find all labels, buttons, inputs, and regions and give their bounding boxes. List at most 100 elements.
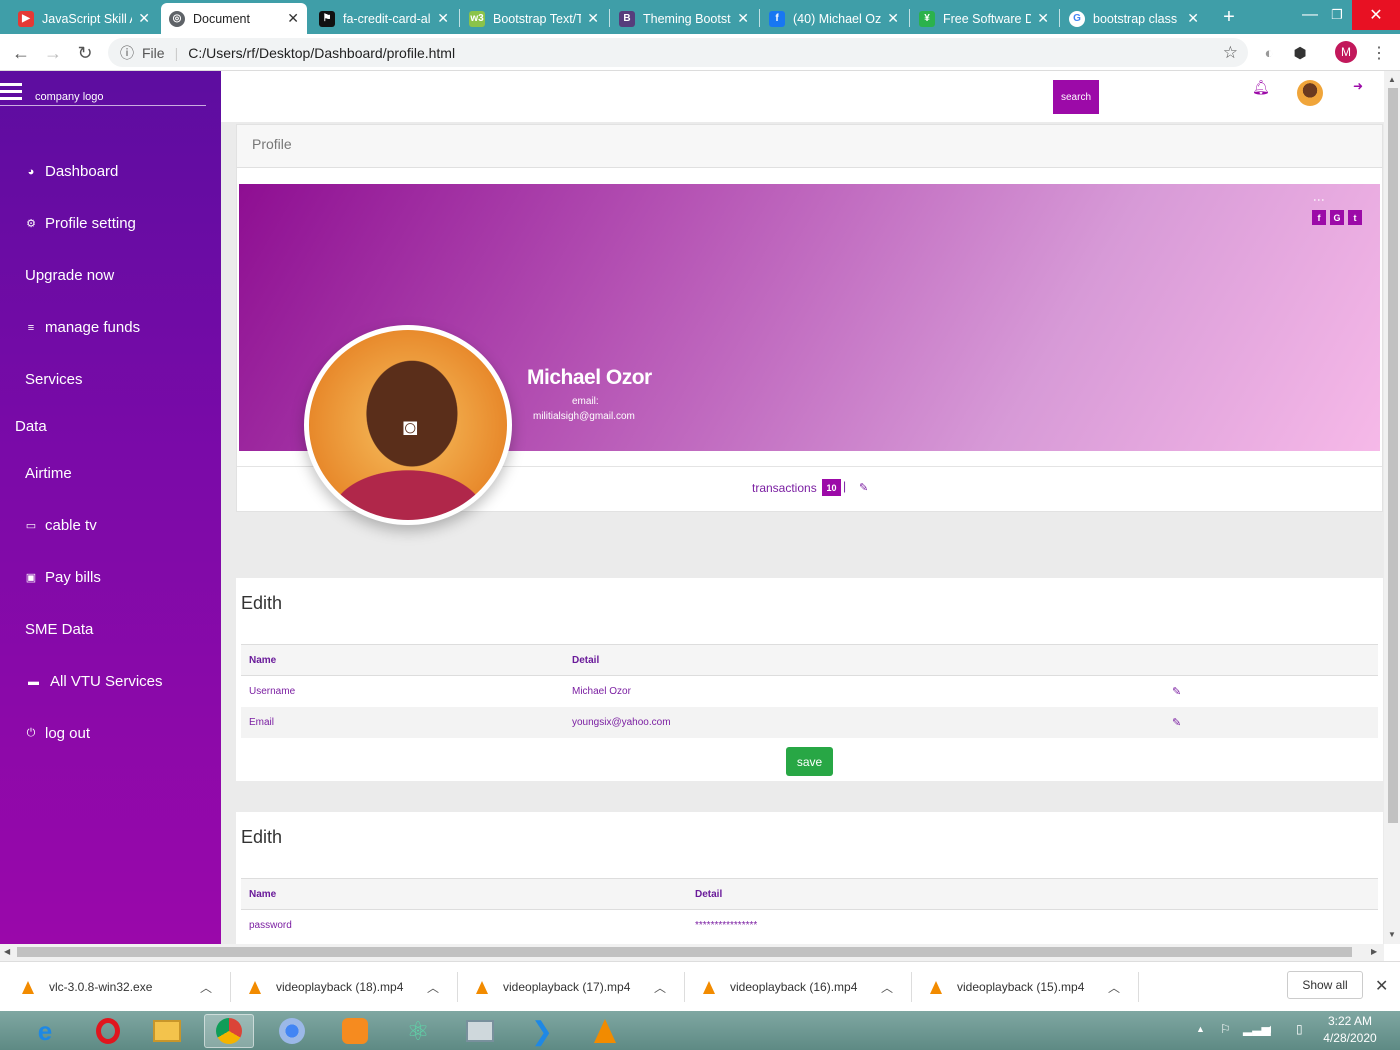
browser-tab[interactable]: ▶ JavaScript Skill A ✕ — [10, 3, 158, 34]
google-icon[interactable]: G — [1330, 210, 1344, 225]
card-icon: ▬ — [28, 675, 39, 688]
sidebar-item-services[interactable]: Services — [25, 371, 83, 388]
sidebar-item-sme-data[interactable]: SME Data — [25, 621, 93, 638]
chevron-up-icon[interactable]: ︿ — [427, 979, 439, 996]
close-window-icon[interactable]: ✕ — [1352, 0, 1400, 30]
facebook-icon[interactable]: f — [1312, 210, 1326, 225]
details-table: Name Detail Username Michael Ozor ✎ Emai… — [241, 644, 1378, 738]
vlc-taskbar-icon[interactable] — [580, 1014, 630, 1048]
profile-avatar-button[interactable]: M — [1335, 41, 1357, 63]
info-icon[interactable]: ⓘ — [120, 43, 134, 63]
chrome-icon[interactable] — [204, 1014, 254, 1048]
bookmark-star-icon[interactable]: ☆ — [1223, 43, 1238, 63]
close-tab-icon[interactable]: ✕ — [1187, 10, 1199, 27]
close-tab-icon[interactable]: ✕ — [138, 10, 150, 27]
sidebar-item-data[interactable]: Data — [15, 418, 47, 435]
edit-pencil-icon[interactable]: ✎ — [1172, 686, 1181, 698]
browser-tab[interactable]: f (40) Michael Oz ✕ — [761, 3, 907, 34]
transactions-link[interactable]: transactions — [752, 481, 817, 495]
reload-icon[interactable]: ↻ — [72, 40, 98, 66]
vertical-scrollbar[interactable]: ▲ ▼ — [1384, 71, 1400, 944]
browser-tab[interactable]: G bootstrap class ✕ — [1061, 3, 1207, 34]
internet-explorer-icon[interactable]: e — [20, 1014, 70, 1048]
sidebar-item-all-vtu-services[interactable]: ▬ All VTU Services — [25, 673, 163, 690]
back-icon[interactable]: ← — [8, 40, 34, 66]
twitter-icon[interactable]: t — [1348, 210, 1362, 225]
battery-icon[interactable]: ▯ — [1296, 1022, 1303, 1036]
windows-taskbar: e ⚛ ❯ ▲ ⚐ ▂▃▅ 🔈︎ ▯ 3:22 AM 4/28/2020 — [0, 1011, 1400, 1050]
vscode-icon[interactable]: ❯ — [517, 1014, 567, 1048]
action-center-icon[interactable]: ⚐ — [1220, 1022, 1231, 1036]
browser-tab[interactable]: ¥ Free Software D ✕ — [911, 3, 1057, 34]
browser-tab[interactable]: w3 Bootstrap Text/T ✕ — [461, 3, 607, 34]
search-button[interactable]: search — [1053, 80, 1099, 114]
close-tab-icon[interactable]: ✕ — [737, 10, 749, 27]
user-avatar[interactable] — [1297, 80, 1323, 106]
tab-favicon-icon: ¥ — [919, 10, 935, 27]
clock-date[interactable]: 4/28/2020 — [1318, 1031, 1382, 1045]
sidebar-item-manage-funds[interactable]: ≡ manage funds — [25, 319, 140, 336]
atom-icon[interactable]: ⚛ — [393, 1014, 443, 1048]
sidebar-item-cable-tv[interactable]: ▭ cable tv — [25, 517, 97, 534]
forward-icon[interactable]: → — [40, 40, 66, 66]
close-tab-icon[interactable]: ✕ — [287, 10, 299, 27]
extension-cube-icon[interactable]: ⬢ — [1287, 40, 1313, 66]
close-tab-icon[interactable]: ✕ — [887, 10, 899, 27]
close-downloads-icon[interactable]: ✕ — [1375, 976, 1388, 996]
scrollbar-thumb[interactable] — [1388, 88, 1398, 823]
opera-extension-icon[interactable]: ◐ — [1256, 40, 1282, 66]
bell-icon[interactable]: 🔔︎ — [1252, 79, 1270, 96]
chrome-canary-icon[interactable] — [267, 1014, 317, 1048]
horizontal-scrollbar[interactable]: ◀ ▶ — [0, 944, 1384, 961]
edit-pencil-icon[interactable]: ✎ — [859, 481, 868, 494]
close-tab-icon[interactable]: ✕ — [1037, 10, 1049, 27]
sidebar-item-dashboard[interactable]: ◕ Dashboard — [25, 163, 119, 180]
download-item[interactable]: videoplayback (15).mp4 ︿ — [930, 962, 1130, 1012]
sign-out-icon[interactable]: ➜ — [1353, 79, 1363, 93]
address-bar[interactable]: ⓘ File | C:/Users/rf/Desktop/Dashboard/p… — [108, 38, 1248, 67]
close-tab-icon[interactable]: ✕ — [437, 10, 449, 27]
task-manager-icon[interactable] — [455, 1014, 505, 1048]
camera-icon[interactable]: ◙ — [403, 416, 418, 440]
clock-time[interactable]: 3:22 AM — [1322, 1014, 1378, 1028]
chevron-up-icon[interactable]: ︿ — [1108, 979, 1120, 996]
download-item[interactable]: vlc-3.0.8-win32.exe ︿ — [22, 962, 222, 1012]
download-item[interactable]: videoplayback (17).mp4 ︿ — [476, 962, 676, 1012]
chevron-up-icon[interactable]: ︿ — [200, 979, 212, 996]
close-tab-icon[interactable]: ✕ — [587, 10, 599, 27]
tray-expand-icon[interactable]: ▲ — [1196, 1024, 1205, 1034]
browser-tab[interactable]: ⚑ fa-credit-card-al ✕ — [311, 3, 457, 34]
search-input[interactable] — [236, 80, 1053, 114]
gear-icon: ⚙ — [26, 218, 36, 230]
browser-tab-active[interactable]: ◎ Document ✕ — [161, 3, 307, 34]
sidebar-item-airtime[interactable]: Airtime — [25, 465, 72, 482]
download-item[interactable]: videoplayback (18).mp4 ︿ — [249, 962, 449, 1012]
scroll-right-icon[interactable]: ▶ — [1371, 947, 1377, 956]
sidebar-item-pay-bills[interactable]: ▣ Pay bills — [25, 569, 101, 586]
download-item[interactable]: videoplayback (16).mp4 ︿ — [703, 962, 903, 1012]
edit-pencil-icon[interactable]: ✎ — [1172, 717, 1181, 729]
volume-icon[interactable]: 🔈︎ — [1267, 1021, 1275, 1037]
scroll-up-icon[interactable]: ▲ — [1388, 75, 1396, 84]
menu-kebab-icon[interactable]: ⋮ — [1366, 40, 1392, 66]
save-button[interactable]: save — [786, 747, 833, 776]
hamburger-menu-icon[interactable] — [0, 83, 22, 100]
chevron-up-icon[interactable]: ︿ — [881, 979, 893, 996]
new-tab-button[interactable]: + — [1214, 2, 1244, 32]
sidebar-item-profile-setting[interactable]: ⚙ Profile setting — [25, 215, 136, 232]
table-header-row: Name Detail — [241, 644, 1378, 676]
browser-tab[interactable]: B Theming Bootst ✕ — [611, 3, 757, 34]
opera-icon[interactable] — [83, 1014, 133, 1048]
chevron-up-icon[interactable]: ︿ — [654, 979, 666, 996]
scroll-left-icon[interactable]: ◀ — [4, 947, 10, 956]
sidebar-item-upgrade-now[interactable]: Upgrade now — [25, 267, 114, 284]
show-all-button[interactable]: Show all — [1287, 971, 1363, 999]
sidebar-item-log-out[interactable]: ⏻ log out — [25, 725, 90, 742]
scrollbar-thumb[interactable] — [17, 947, 1352, 957]
file-explorer-icon[interactable] — [142, 1014, 192, 1048]
scroll-down-icon[interactable]: ▼ — [1388, 930, 1396, 939]
minimize-icon[interactable]: — — [1295, 0, 1325, 30]
restore-icon[interactable]: ❐ — [1322, 0, 1352, 30]
more-options-icon[interactable]: ⋮ — [1312, 194, 1326, 206]
uc-browser-icon[interactable] — [330, 1014, 380, 1048]
